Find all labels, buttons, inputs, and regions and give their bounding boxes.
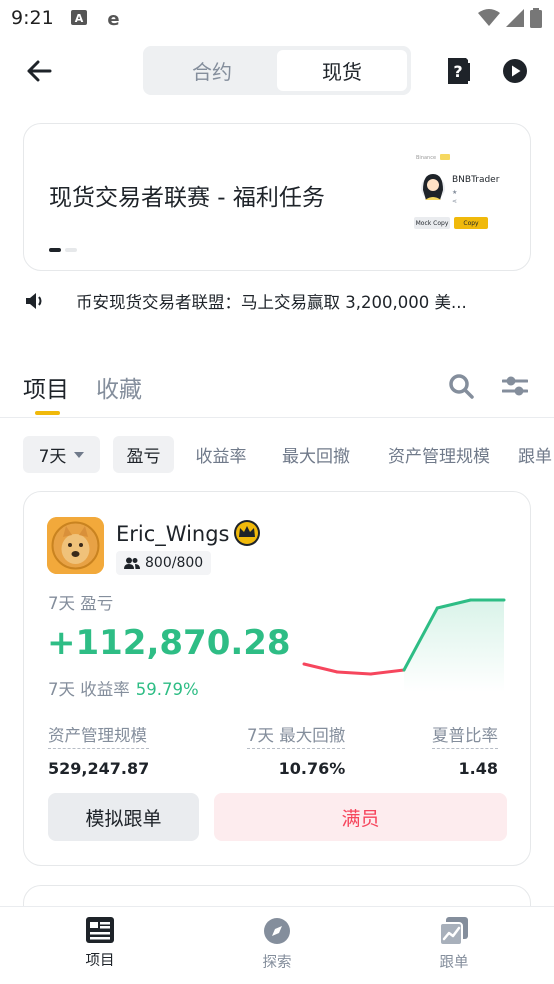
video-tutorial-button[interactable] [500,56,530,86]
tab-favorites[interactable]: 收藏 [96,370,142,404]
chart-line-segment [369,668,406,676]
banner-art-name: BNBTrader [452,175,500,185]
copy-chart-icon [440,917,468,945]
metric-drawdown-value: 10.76% [278,759,346,778]
sort-copiers[interactable]: 跟单 [518,436,554,473]
nav-explore-label: 探索 [262,955,292,971]
pagination-dot-active [49,248,61,252]
banner-art-copy: Copy [454,217,488,229]
nav-copy-trading[interactable]: 跟单 [414,917,494,972]
banner-illustration: Binance BNBTrader ★ ⋖ Mock Copy Copy [414,152,506,234]
svg-text:Binance: Binance [416,155,436,161]
svg-text:?: ? [453,62,462,81]
svg-text:A: A [75,12,84,25]
chevron-down-icon [74,451,85,458]
list-tabs: 项目 收藏 [0,360,554,418]
sort-max-drawdown[interactable]: 最大回撤 [272,436,360,473]
roi-row: 7天 收益率 59.79% [48,676,199,700]
metric-aum: 资产管理规模 529,247.87 [48,722,150,778]
chart-line-segment [335,670,373,676]
metric-aum-value: 529,247.87 [48,759,150,778]
metric-drawdown-label: 7天 最大回撤 [247,722,346,749]
compass-icon [264,918,290,944]
pnl-sparkline-chart [302,598,506,692]
banner-art-share: ⋖ [452,198,458,205]
back-button[interactable] [22,56,56,86]
nav-explore[interactable]: 探索 [237,917,317,972]
metric-sharpe-value: 1.48 [458,759,498,778]
trader-name: Eric_Wings [116,522,230,546]
filter-button[interactable] [501,372,529,400]
period-dropdown[interactable]: 7天 [23,436,100,473]
tab-projects[interactable]: 项目 [23,370,69,404]
sort-filters: 7天 盈亏 收益率 最大回撤 资产管理规模 跟单 [0,436,554,474]
sort-pnl[interactable]: 盈亏 [113,436,174,473]
battery-icon [530,8,542,32]
nav-projects-label: 项目 [85,953,115,969]
banner-pagination [49,248,77,252]
nav-projects[interactable]: 项目 [60,917,140,970]
full-status-button[interactable]: 满员 [214,793,507,841]
roi-label: 7天 收益率 [48,680,130,699]
pagination-dot [65,248,77,252]
announcement-text: 币安现货交易者联盟：马上交易赢取 3,200,000 美... [76,293,467,312]
period-label: 7天 [38,447,67,467]
play-icon [503,59,527,83]
browser-notification-icon: e [104,9,123,32]
bottom-nav: 项目 探索 跟单 [0,906,554,984]
sort-roi[interactable]: 收益率 [186,436,256,473]
market-toggle: 合约 现货 [143,46,411,95]
trader-card[interactable]: Eric_Wings 800/800 7天 盈亏 +112,870.28 7天 … [23,491,531,866]
speaker-icon [25,292,45,314]
status-bar: 9:21 A e [0,0,554,36]
chart-line-segment [302,662,339,674]
users-icon [124,557,140,569]
metric-sharpe-label: 夏普比率 [432,722,498,749]
wifi-icon [478,9,500,31]
trader-avatar [47,517,104,574]
roi-value: 59.79% [135,680,199,699]
svg-text:e: e [107,9,119,28]
header: 合约 现货 ? [0,36,554,106]
banner-art-mock: Mock Copy [414,217,450,229]
follower-count-badge: 800/800 [116,551,212,575]
search-icon [449,374,474,399]
metric-aum-label: 资产管理规模 [48,722,150,749]
font-notification-icon: A [71,9,87,30]
follower-count: 800/800 [145,555,204,571]
list-icon [86,917,114,943]
tab-underline [35,411,60,415]
metric-drawdown: 7天 最大回撤 10.76% [247,722,346,778]
arrow-left-icon [27,60,52,82]
signal-icon [506,9,524,31]
status-time: 9:21 [11,7,54,29]
search-button[interactable] [447,372,475,400]
help-guide-button[interactable]: ? [443,56,473,86]
crown-badge-icon [233,519,261,551]
metric-sharpe: 夏普比率 1.48 [432,722,498,778]
nav-copy-trading-label: 跟单 [439,955,469,971]
pnl-label: 7天 盈亏 [48,594,114,613]
sliders-icon [502,376,528,396]
promo-banner[interactable]: 现货交易者联赛 - 福利任务 Binance BNBTrader ★ ⋖ Moc… [23,123,531,271]
chart-area [404,600,504,692]
question-doc-icon: ? [448,58,470,84]
mock-copy-button[interactable]: 模拟跟单 [48,793,199,841]
tab-spot[interactable]: 现货 [277,50,407,91]
banner-title: 现货交易者联赛 - 福利任务 [49,185,325,211]
sort-aum[interactable]: 资产管理规模 [378,436,500,473]
banner-art-stars: ★ [452,189,458,196]
announcement-bar[interactable]: 币安现货交易者联盟：马上交易赢取 3,200,000 美... [25,286,535,316]
pnl-value: +112,870.28 [47,623,291,663]
tab-futures[interactable]: 合约 [147,50,277,91]
